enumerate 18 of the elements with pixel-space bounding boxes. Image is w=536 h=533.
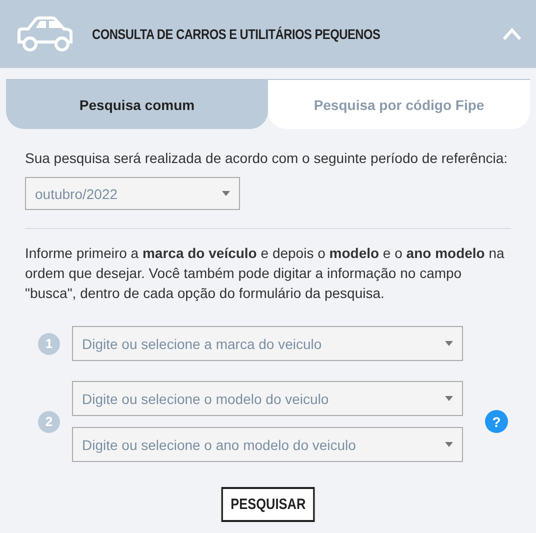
step-number: 1 xyxy=(38,332,60,354)
caret-icon xyxy=(445,396,453,401)
instructions-text: Informe primeiro a marca do veículo e depois o modelo e o ano modelo na ordem que desejar. Você também pode digitar a informação no campo "busca", dentro de cada opção do formulário da pesquisa. xyxy=(25,244,506,303)
section-title: CONSULTA DE CARROS E UTILITÁRIOS PEQUENOS xyxy=(92,26,382,42)
step-number: 2 xyxy=(38,410,60,432)
caret-icon xyxy=(445,442,453,447)
caret-icon xyxy=(445,341,453,346)
help-button[interactable]: ? xyxy=(485,410,508,433)
period-label: Sua pesquisa será realizada de acordo com o seguinte período de referência: xyxy=(25,149,509,168)
collapse-icon[interactable] xyxy=(502,27,522,41)
tab[interactable]: Pesquisa por código Fipe xyxy=(268,80,530,129)
select-field[interactable]: Digite ou selecione o ano modelo do veiculo xyxy=(72,427,463,462)
select-field[interactable]: Digite ou selecione a marca do veiculo xyxy=(72,326,463,361)
select-field[interactable]: Digite ou selecione o modelo do veiculo xyxy=(72,381,463,416)
search-button[interactable]: PESQUISAR xyxy=(221,487,315,522)
tab[interactable]: Pesquisa comum xyxy=(6,80,268,129)
caret-icon xyxy=(222,191,230,196)
period-dropdown[interactable]: outubro/2022 xyxy=(25,177,240,210)
